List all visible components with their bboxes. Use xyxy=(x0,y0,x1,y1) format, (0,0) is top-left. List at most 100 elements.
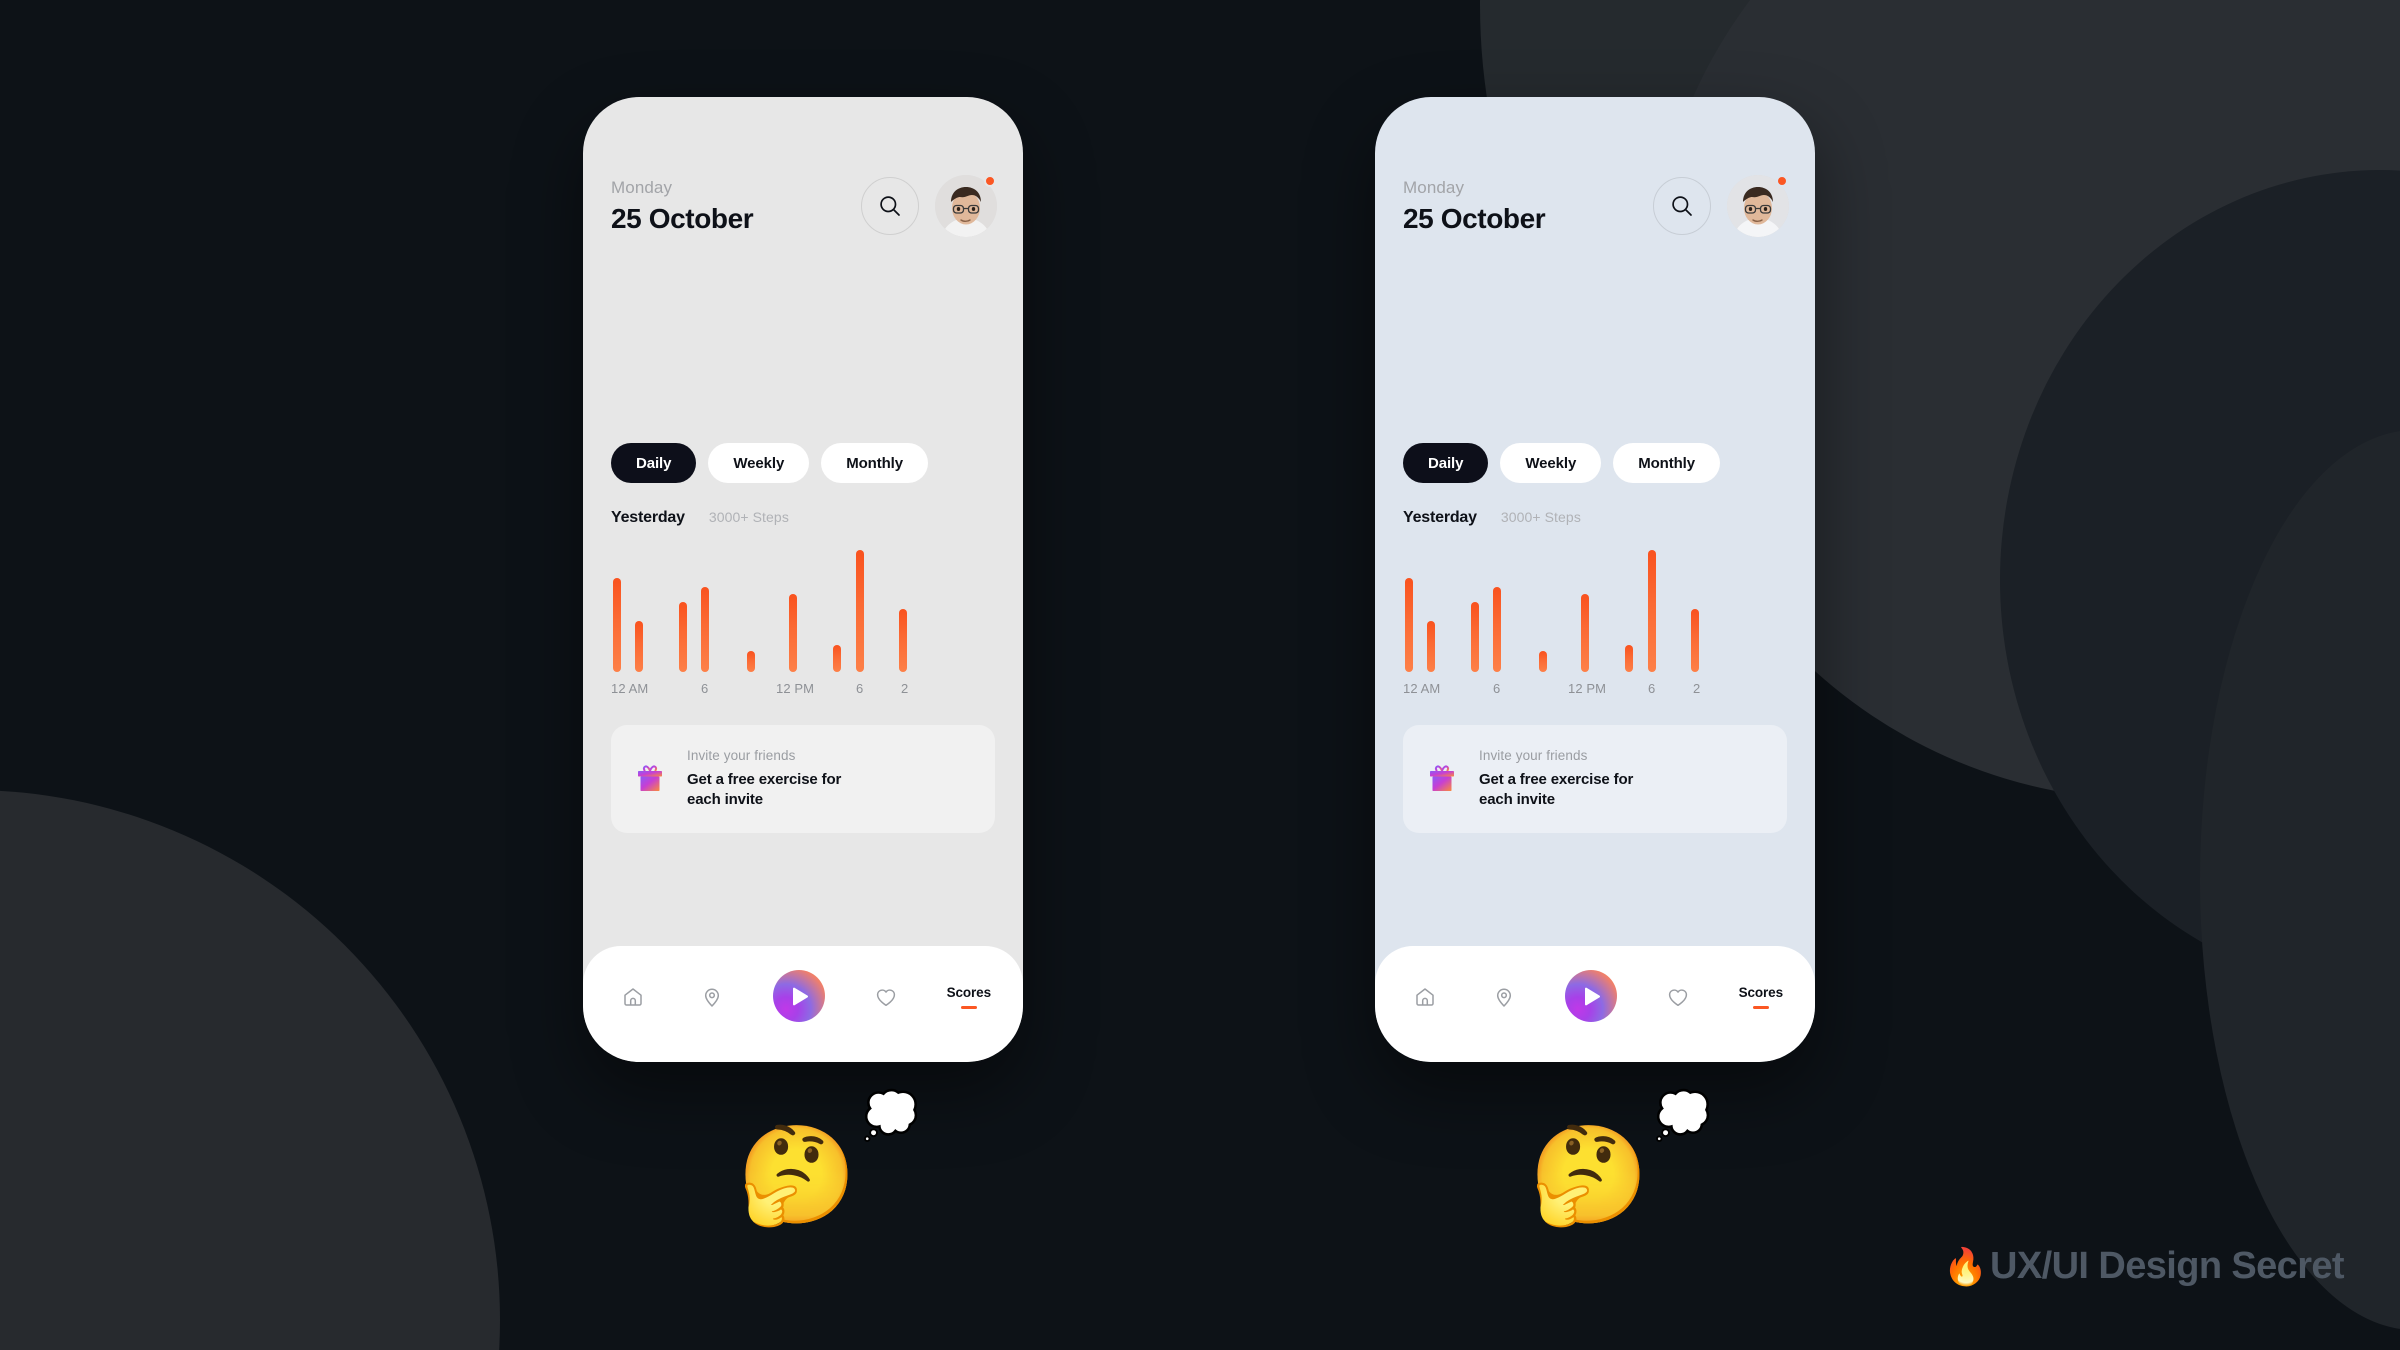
date-block: Monday 25 October xyxy=(611,175,754,237)
search-button[interactable] xyxy=(1653,177,1711,236)
tab-monthly[interactable]: Monthly xyxy=(821,443,928,483)
home-icon xyxy=(1413,985,1437,1009)
weekday-label: Monday xyxy=(1403,178,1465,197)
active-indicator xyxy=(1752,1005,1769,1010)
background-blob-bottom-left xyxy=(0,790,500,1350)
nav-item-scores-label: Scores xyxy=(946,984,992,1000)
profile-avatar-button[interactable] xyxy=(935,175,997,238)
invite-eyebrow: Invite your friends xyxy=(687,748,796,764)
chart-bar xyxy=(1539,651,1547,672)
chart-bar xyxy=(789,593,797,672)
heart-icon xyxy=(874,985,898,1009)
tab-daily[interactable]: Daily xyxy=(1403,443,1489,483)
chart-bar xyxy=(1405,578,1413,672)
chart-title: Yesterday xyxy=(1403,509,1477,526)
axis-tick-label: 12 AM xyxy=(1403,681,1441,696)
phone-mockup-blue-gray: Monday 25 October Daily Weekly Monthly Y… xyxy=(1375,97,1815,1062)
watermark-text: UX/UI Design Secret xyxy=(1990,1245,2345,1287)
chart-bar xyxy=(899,608,907,672)
chart-x-axis: 12 AM 6 12 PM 6 2 xyxy=(611,681,995,699)
chart-header: Yesterday 3000+ Steps xyxy=(1403,509,1581,527)
header-actions xyxy=(861,175,997,238)
axis-tick-label: 2 xyxy=(901,681,909,696)
tab-weekly[interactable]: Weekly xyxy=(1500,443,1602,483)
chart-bar xyxy=(701,586,709,672)
chart-x-axis: 12 AM 6 12 PM 6 2 xyxy=(1403,681,1787,699)
axis-tick-label: 12 PM xyxy=(1568,681,1607,696)
axis-tick-label: 12 PM xyxy=(776,681,815,696)
active-indicator xyxy=(960,1005,977,1010)
chart-bar xyxy=(1493,586,1501,672)
thinking-face-icon: 🤔 xyxy=(737,1122,857,1229)
date-title: 25 October xyxy=(1403,202,1546,234)
chart-bar xyxy=(856,550,864,672)
screenshot-canvas: Monday 25 October Daily Weekly Monthly Y… xyxy=(0,0,2400,1350)
nav-item-map[interactable] xyxy=(1486,985,1522,1009)
bottom-navigation: Scores xyxy=(583,946,1023,1062)
chart-bar xyxy=(747,651,755,672)
chart-bar xyxy=(1471,602,1479,672)
nav-item-home[interactable] xyxy=(1407,985,1443,1009)
thought-bubble-icon: 💭 xyxy=(862,1089,920,1141)
app-screen: Monday 25 October Daily Weekly Monthly Y… xyxy=(1375,97,1815,1062)
profile-avatar-button[interactable] xyxy=(1727,175,1789,238)
app-screen: Monday 25 October Daily Weekly Monthly Y… xyxy=(583,97,1023,1062)
nav-item-favorites[interactable] xyxy=(868,985,904,1009)
invite-title: Get a free exercise for each invite xyxy=(1479,771,1634,808)
chart-bar xyxy=(679,602,687,672)
chart-bar xyxy=(1648,550,1656,672)
steps-bar-chart[interactable] xyxy=(611,547,995,672)
axis-tick-label: 12 AM xyxy=(611,681,649,696)
chart-header: Yesterday 3000+ Steps xyxy=(611,509,789,527)
search-icon xyxy=(879,195,901,217)
axis-tick-label: 6 xyxy=(701,681,709,696)
invite-text: Invite your friends Get a free exercise … xyxy=(687,748,877,810)
period-tabs: Daily Weekly Monthly xyxy=(611,443,928,483)
phone-mockup-light-gray: Monday 25 October Daily Weekly Monthly Y… xyxy=(583,97,1023,1062)
tab-daily[interactable]: Daily xyxy=(611,443,697,483)
tab-monthly[interactable]: Monthly xyxy=(1613,443,1720,483)
heart-icon xyxy=(1666,985,1690,1009)
chart-title: Yesterday xyxy=(611,509,685,526)
chart-subtitle: 3000+ Steps xyxy=(708,509,789,525)
nav-item-map[interactable] xyxy=(694,985,730,1009)
app-header: Monday 25 October xyxy=(611,175,997,238)
period-tabs: Daily Weekly Monthly xyxy=(1403,443,1720,483)
thinking-face-icon: 🤔 xyxy=(1529,1122,1649,1229)
nav-item-favorites[interactable] xyxy=(1660,985,1696,1009)
axis-tick-label: 2 xyxy=(1693,681,1701,696)
nav-item-scores[interactable]: Scores xyxy=(1739,985,1783,1010)
app-header: Monday 25 October xyxy=(1403,175,1789,238)
play-button[interactable] xyxy=(772,970,825,1022)
tab-weekly[interactable]: Weekly xyxy=(708,443,810,483)
invite-friends-card[interactable]: Invite your friends Get a free exercise … xyxy=(611,725,995,833)
nav-item-scores[interactable]: Scores xyxy=(947,985,991,1010)
chart-subtitle: 3000+ Steps xyxy=(1500,509,1581,525)
chart-bar xyxy=(1581,593,1589,672)
notification-badge xyxy=(1776,175,1788,188)
invite-text: Invite your friends Get a free exercise … xyxy=(1479,748,1669,810)
gift-icon xyxy=(633,762,667,796)
play-icon xyxy=(789,987,809,1006)
nav-item-home[interactable] xyxy=(615,985,651,1009)
invite-friends-card[interactable]: Invite your friends Get a free exercise … xyxy=(1403,725,1787,833)
gift-icon xyxy=(1425,762,1459,796)
search-icon xyxy=(1671,195,1693,217)
invite-title: Get a free exercise for each invite xyxy=(687,771,842,808)
axis-tick-label: 6 xyxy=(1493,681,1501,696)
bottom-navigation: Scores xyxy=(1375,946,1815,1062)
chart-bar xyxy=(1691,608,1699,672)
axis-tick-label: 6 xyxy=(856,681,864,696)
header-actions xyxy=(1653,175,1789,238)
play-icon xyxy=(1581,987,1601,1006)
location-pin-icon xyxy=(700,985,724,1009)
chart-bar xyxy=(635,620,643,672)
notification-badge xyxy=(984,175,996,188)
steps-bar-chart[interactable] xyxy=(1403,547,1787,672)
play-button[interactable] xyxy=(1564,970,1617,1022)
search-button[interactable] xyxy=(861,177,919,236)
chart-bar xyxy=(613,578,621,672)
chart-bars xyxy=(1403,547,1787,672)
nav-item-scores-label: Scores xyxy=(1738,984,1784,1000)
date-block: Monday 25 October xyxy=(1403,175,1546,237)
